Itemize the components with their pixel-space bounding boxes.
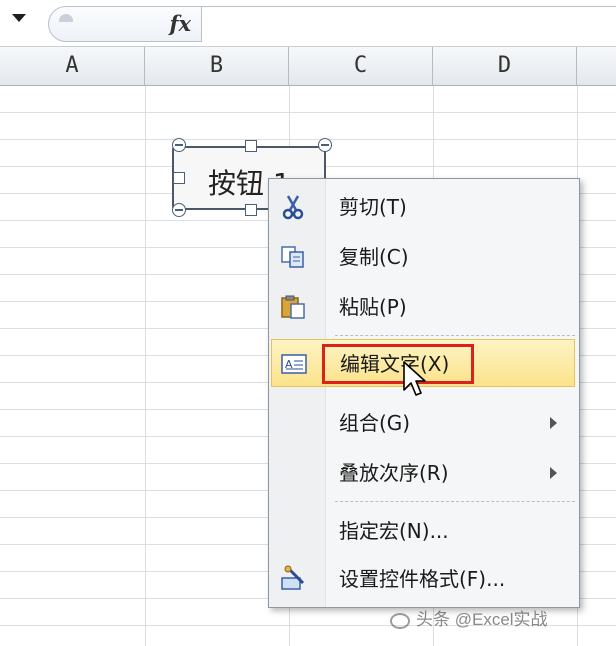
highlight-annotation-box — [322, 344, 474, 384]
menu-item-paste[interactable]: 粘贴(P) — [269, 283, 579, 331]
scissors-icon — [282, 195, 304, 220]
resize-handle[interactable] — [173, 172, 185, 184]
grip-icon[interactable] — [59, 14, 73, 22]
resize-handle[interactable] — [318, 138, 332, 152]
menu-item-label: 剪切(T) — [339, 195, 407, 219]
menu-item-label: 粘贴(P) — [339, 295, 407, 319]
menu-item-label: 指定宏(N)... — [339, 519, 449, 543]
menu-item-label: 组合(G) — [339, 411, 411, 435]
column-header-d[interactable]: D — [433, 47, 577, 85]
menu-item-cut[interactable]: 剪切(T) — [269, 183, 579, 231]
menu-item-order[interactable]: 叠放次序(R) — [269, 449, 579, 497]
menu-item-copy[interactable]: 复制(C) — [269, 233, 579, 281]
menu-item-format-control[interactable]: 设置控件格式(F)... — [269, 555, 579, 603]
mouse-pointer-icon — [403, 361, 426, 396]
format-control-icon — [281, 565, 305, 590]
insert-function-button[interactable]: fx — [169, 11, 191, 36]
formula-bar: fx — [0, 0, 616, 47]
grid-line — [145, 86, 146, 646]
submenu-arrow-icon — [550, 467, 557, 479]
resize-handle[interactable] — [245, 140, 257, 152]
menu-item-label: 叠放次序(R) — [339, 461, 449, 485]
watermark-text: 头条 @Excel实战 — [416, 610, 548, 629]
chevron-down-icon[interactable] — [12, 14, 26, 22]
copy-icon — [281, 246, 304, 268]
column-header-row: A B C D — [0, 47, 616, 86]
column-header-e[interactable] — [577, 47, 616, 85]
watermark: 头条 @Excel实战 — [390, 600, 548, 640]
formula-tools: fx — [48, 6, 202, 42]
menu-item-label: 设置控件格式(F)... — [339, 567, 506, 591]
resize-handle[interactable] — [245, 204, 257, 216]
column-header-c[interactable]: C — [289, 47, 433, 85]
submenu-arrow-icon — [550, 417, 557, 429]
column-header-a[interactable]: A — [0, 47, 145, 85]
formula-input[interactable] — [202, 6, 616, 41]
resize-handle[interactable] — [172, 138, 186, 152]
paste-icon — [281, 295, 305, 319]
resize-handle[interactable] — [172, 203, 186, 217]
column-header-b[interactable]: B — [145, 47, 289, 85]
menu-item-group[interactable]: 组合(G) — [269, 399, 579, 447]
watermark-logo-icon — [390, 612, 410, 629]
menu-item-label: 复制(C) — [339, 245, 409, 269]
menu-item-assign-macro[interactable]: 指定宏(N)... — [269, 507, 579, 555]
menu-separator — [335, 335, 575, 336]
menu-separator — [335, 501, 575, 502]
edit-text-icon: A — [281, 354, 307, 374]
